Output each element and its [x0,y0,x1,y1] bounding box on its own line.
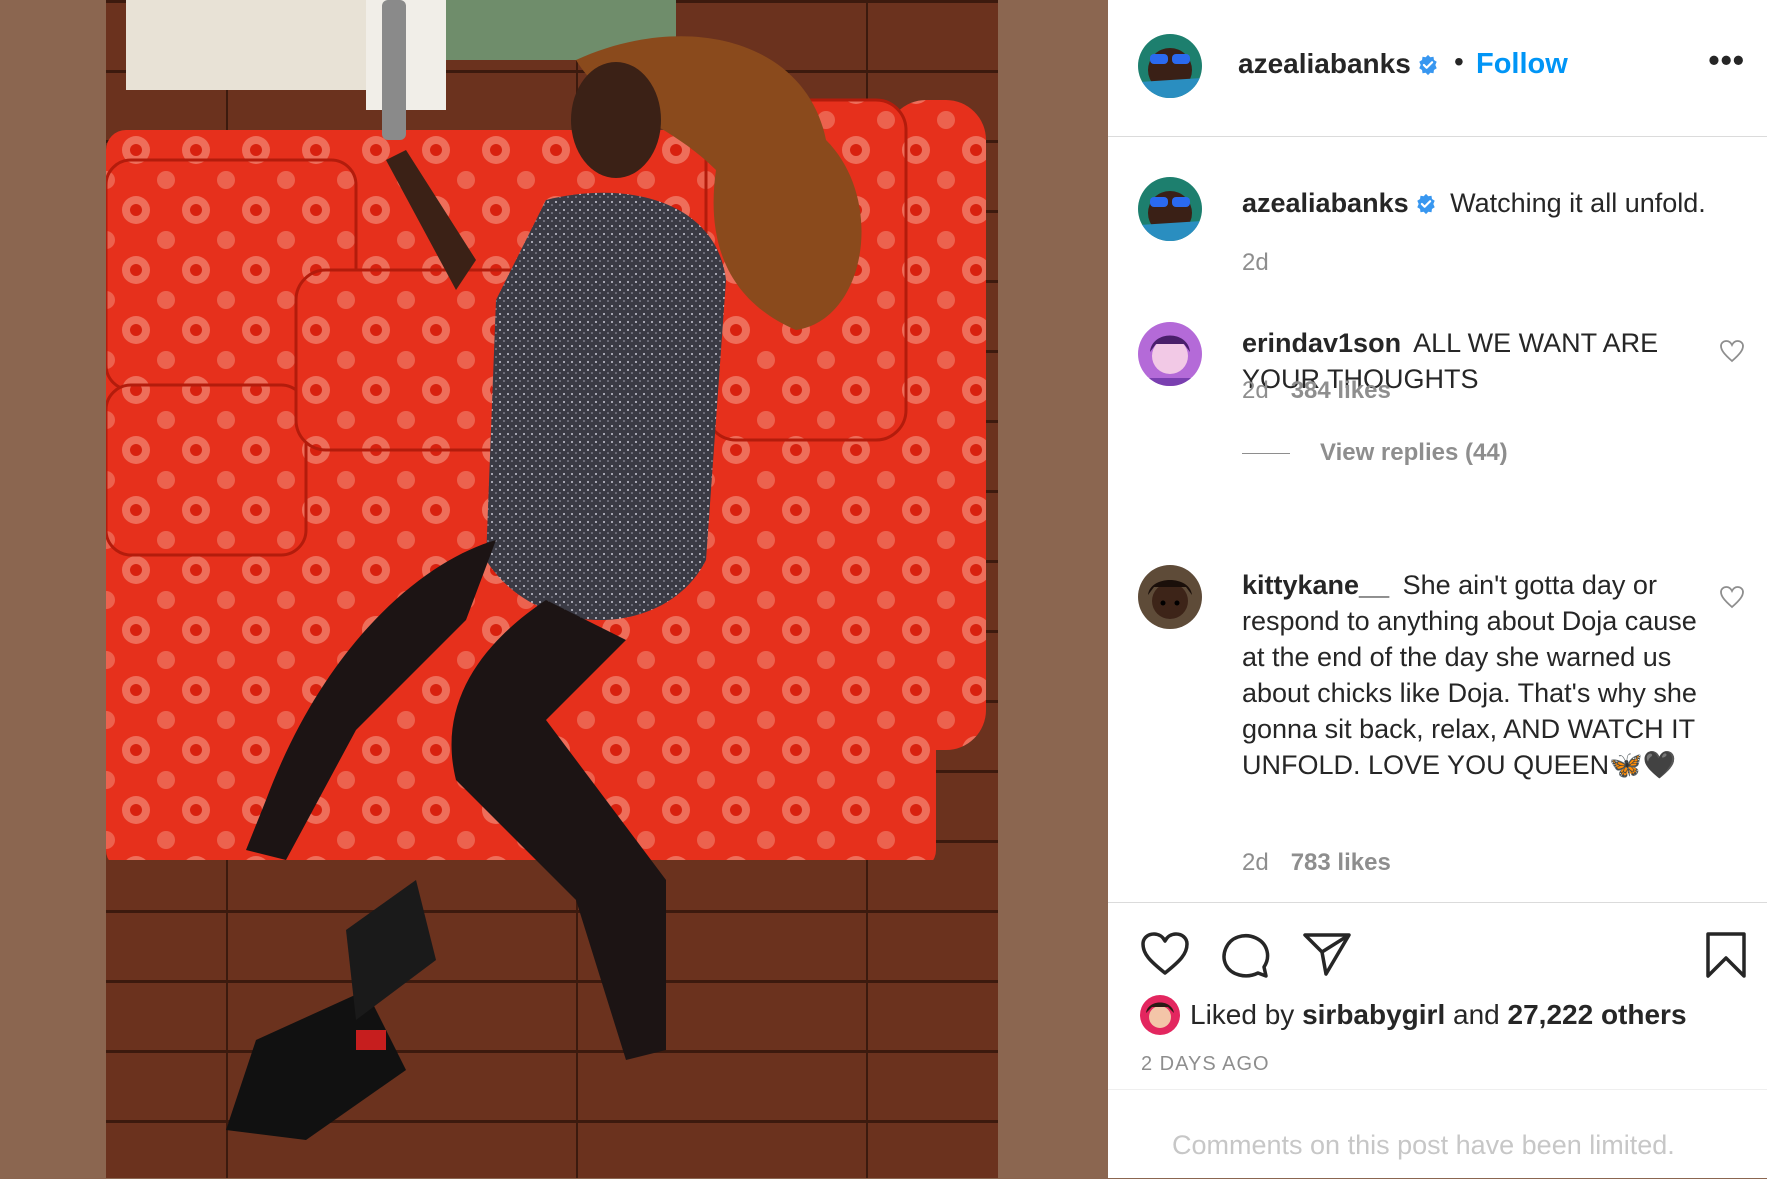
comment-likes[interactable]: 384 likes [1291,377,1391,404]
comment-likes[interactable]: 783 likes [1291,849,1391,876]
comment-like-heart-icon[interactable] [1719,585,1745,609]
post-sidebar: azealiabanks • Follow ••• azealiabanks W… [1108,0,1767,1178]
author-avatar[interactable] [1138,34,1202,98]
post-header: azealiabanks • Follow ••• [1108,0,1767,137]
heart-icon[interactable] [1140,931,1190,977]
liker-avatar[interactable] [1140,995,1180,1035]
verified-badge-icon [1416,193,1435,215]
header-separator: • [1454,46,1464,77]
post-photo[interactable] [106,0,998,1178]
follow-button[interactable]: Follow [1476,48,1568,81]
caption-username[interactable]: azealiabanks [1242,188,1437,218]
liked-by-others-link[interactable]: 27,222 others [1508,999,1687,1031]
comments-limited-text: Comments on this post have been limited. [1172,1130,1675,1160]
comment-username[interactable]: kittykane__ [1242,570,1389,600]
comment-item: kittykane__ She ain't gotta day or respo… [1242,567,1712,783]
comment-like-heart-icon[interactable] [1719,339,1745,363]
caption-avatar[interactable] [1138,177,1202,241]
post-caption: azealiabanks Watching it all unfold. [1242,185,1752,221]
replies-divider-line [1242,453,1290,455]
caption-time[interactable]: 2d [1242,249,1269,276]
commenter-avatar[interactable] [1138,322,1202,386]
comment-username[interactable]: erindav1son [1242,328,1401,358]
bookmark-icon[interactable] [1704,931,1748,979]
comments-section: azealiabanks Watching it all unfold. 2d … [1108,137,1767,902]
liked-by-and: and [1453,999,1500,1030]
more-options-button[interactable]: ••• [1708,42,1745,79]
view-replies-label: View replies (44) [1320,439,1508,466]
comment-meta: 2d 384 likes [1242,377,1391,405]
caption-text: Watching it all unfold. [1450,188,1706,218]
view-replies-button[interactable]: View replies (44) [1242,439,1508,467]
verified-badge-icon [1419,54,1437,76]
likes-summary: Liked by sirbabygirl and 27,222 others [1140,995,1687,1035]
caption-meta: 2d [1242,249,1269,277]
comment-icon[interactable] [1220,931,1270,979]
comment-text: She ain't gotta day or respond to anythi… [1242,570,1697,780]
comment-time[interactable]: 2d [1242,849,1269,876]
author-username[interactable]: azealiabanks [1238,48,1439,80]
post-timestamp[interactable]: 2 DAYS AGO [1141,1053,1270,1076]
liked-by-prefix: Liked by [1190,999,1295,1030]
liked-by-user-link[interactable]: sirbabygirl [1302,999,1445,1031]
comments-limited-notice: Comments on this post have been limited. [1108,1089,1767,1179]
commenter-avatar[interactable] [1138,565,1202,629]
comment-time[interactable]: 2d [1242,377,1269,404]
paper-plane-icon[interactable] [1302,931,1352,977]
post-actions: Liked by sirbabygirl and 27,222 others 2… [1108,902,1767,1089]
comment-meta: 2d 783 likes [1242,849,1391,877]
